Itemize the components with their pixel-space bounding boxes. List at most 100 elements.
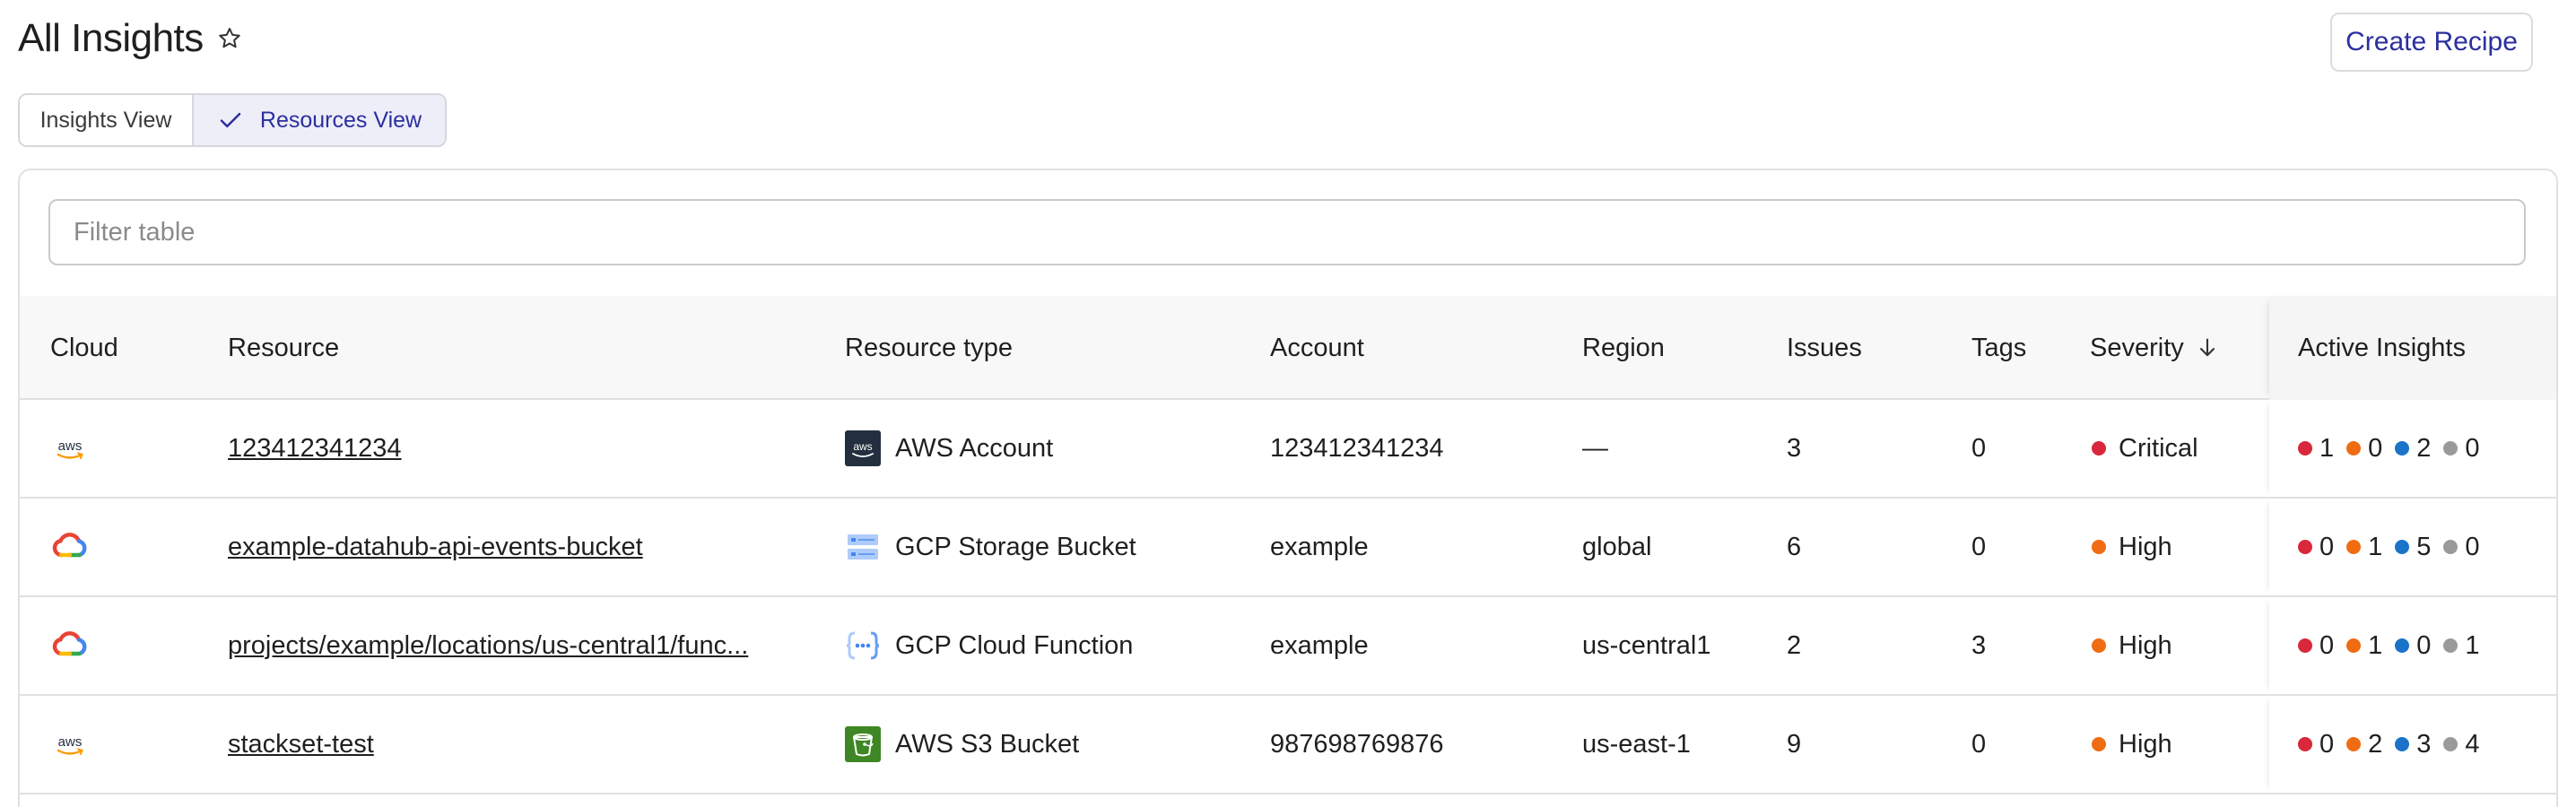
medium-dot-icon [2395,441,2410,456]
resource-cell: stackset-test [228,696,374,793]
gcp-cloud-function-icon [845,628,881,664]
severity-label: Critical [2119,433,2198,463]
column-header-region[interactable]: Region [1582,296,1665,400]
resource-type-label: GCP Storage Bucket [895,532,1136,561]
star-icon[interactable] [216,25,243,52]
resource-type-cell: GCP Cloud Function [845,597,1133,694]
resources-view-button[interactable]: Resources View [194,95,445,145]
low-dot-icon [2443,540,2459,554]
aws-logo-icon: aws [50,429,90,468]
column-header-account[interactable]: Account [1270,296,1364,400]
critical-dot-icon [2298,638,2312,653]
table-row[interactable]: aws 123412341234 aws AWS Account 1234123… [20,400,2556,499]
severity-cell: High [2092,597,2172,694]
resource-type-cell: aws AWS Account [845,400,1053,497]
severity-dot-icon [2092,638,2106,653]
tags-cell: 0 [1971,729,1987,759]
medium-count: 0 [2395,631,2431,661]
column-header-active-insights[interactable]: Active Insights [2269,296,2556,400]
critical-dot-icon [2298,540,2312,554]
region-cell: — [1582,433,1608,463]
severity-cell: Critical [2092,400,2198,497]
table-row[interactable]: projects/example/locations/us-central1/f… [20,597,2556,696]
issues-cell: 3 [1787,433,1802,463]
active-insights-counts: 0 2 3 4 [2298,730,2480,759]
resource-link[interactable]: example-datahub-api-events-bucket [228,533,643,562]
gcp-logo-icon [50,527,90,567]
region-cell: global [1582,532,1652,561]
medium-count: 5 [2395,533,2431,562]
create-recipe-button[interactable]: Create Recipe [2330,13,2533,72]
cloud-cell [50,499,90,595]
column-header-cloud[interactable]: Cloud [50,296,118,400]
high-count: 1 [2346,631,2382,661]
severity-dot-icon [2092,441,2106,456]
resource-cell: 123412341234 [228,400,402,497]
column-header-resource-type[interactable]: Resource type [845,296,1013,400]
resource-type-cell: AWS S3 Bucket [845,696,1079,793]
severity-label: High [2119,532,2172,561]
column-header-resource[interactable]: Resource [228,296,339,400]
active-insights-counts: 0 1 0 1 [2298,631,2480,661]
critical-dot-icon [2298,737,2312,751]
region-cell: us-east-1 [1582,729,1691,759]
low-dot-icon [2443,638,2459,653]
account-cell: 123412341234 [1270,433,1444,463]
medium-dot-icon [2395,737,2410,751]
column-header-severity[interactable]: Severity [2090,296,2220,400]
column-header-severity-label: Severity [2090,333,2184,362]
page: All Insights Create Recipe Insights View… [0,0,2576,807]
table-row[interactable]: example-datahub-api-events-bucket GCP St… [20,499,2556,597]
severity-cell: High [2092,499,2172,595]
arrow-down-icon[interactable] [2195,335,2220,360]
aws-s3-bucket-icon [845,726,881,762]
filter-table-input[interactable] [48,199,2526,265]
resource-link[interactable]: 123412341234 [228,434,402,464]
active-insights-counts: 1 0 2 0 [2298,434,2480,464]
aws-logo-icon: aws [50,725,90,764]
cloud-cell: aws [50,400,90,497]
low-count: 0 [2443,434,2480,464]
gcp-logo-icon [50,626,90,665]
insights-view-label: Insights View [39,107,172,133]
active-insights-counts: 0 1 5 0 [2298,533,2480,562]
resource-type-label: AWS S3 Bucket [895,729,1080,759]
high-count: 1 [2346,533,2382,562]
critical-count: 0 [2298,730,2334,759]
low-dot-icon [2443,737,2459,751]
account-cell: example [1270,630,1369,660]
low-dot-icon [2443,441,2459,456]
svg-text:aws: aws [853,440,872,453]
critical-dot-icon [2298,441,2312,456]
active-insights-cell: 1 0 2 0 [2298,400,2480,497]
resource-link[interactable]: stackset-test [228,730,374,759]
resource-type-label: AWS Account [895,433,1054,463]
column-header-issues[interactable]: Issues [1787,296,1862,400]
high-dot-icon [2346,638,2362,653]
page-title: All Insights [18,16,204,60]
resource-link[interactable]: projects/example/locations/us-central1/f… [228,631,748,661]
critical-count: 1 [2298,434,2334,464]
active-insights-cell: 0 2 3 4 [2298,696,2480,793]
high-dot-icon [2346,540,2362,554]
region-cell: us-central1 [1582,630,1711,660]
issues-cell: 9 [1787,729,1802,759]
svg-text:aws: aws [58,438,83,454]
tags-cell: 0 [1971,532,1987,561]
active-insights-cell: 0 1 0 1 [2298,597,2480,694]
high-count: 2 [2346,730,2382,759]
gcp-storage-bucket-icon [845,529,881,565]
low-count: 1 [2443,631,2480,661]
aws-account-icon: aws [845,430,881,466]
column-header-tags[interactable]: Tags [1971,296,2026,400]
critical-count: 0 [2298,631,2334,661]
medium-count: 2 [2395,434,2431,464]
table-row[interactable]: aws stackset-test AWS S3 Bucket 98769876… [20,696,2556,794]
severity-dot-icon [2092,737,2106,751]
svg-text:aws: aws [58,734,83,750]
tags-cell: 3 [1971,630,1987,660]
severity-cell: High [2092,696,2172,793]
critical-count: 0 [2298,533,2334,562]
insights-view-button[interactable]: Insights View [20,95,194,145]
resource-cell: example-datahub-api-events-bucket [228,499,643,595]
